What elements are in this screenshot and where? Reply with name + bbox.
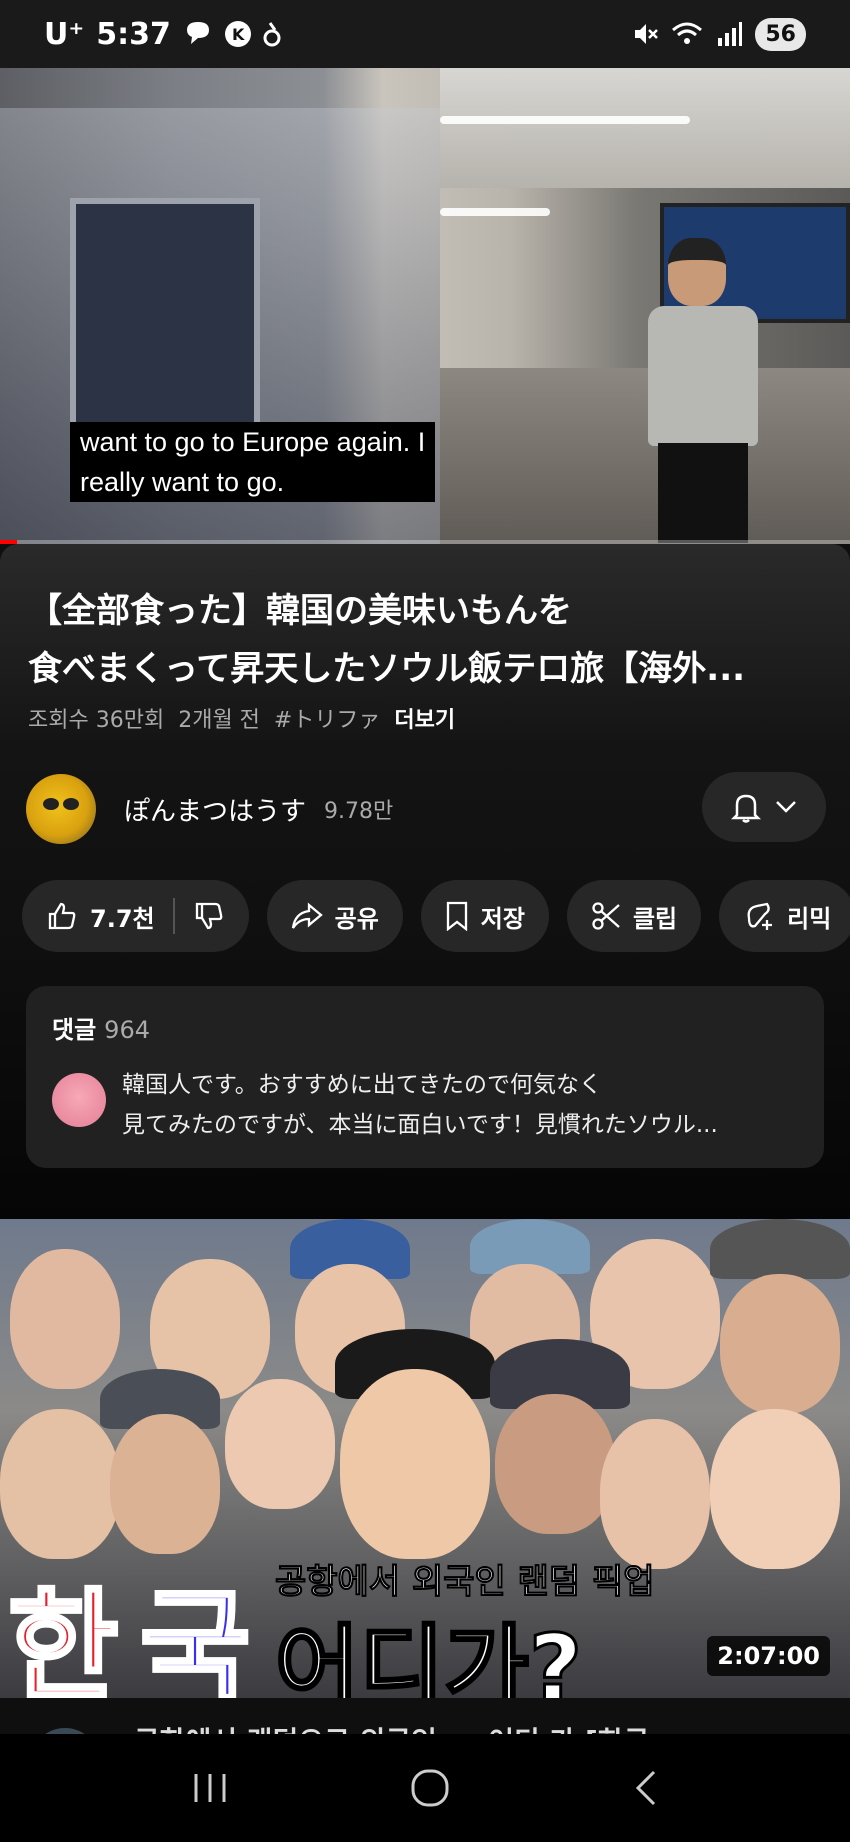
mute-icon — [635, 24, 659, 44]
chat-icon — [186, 22, 209, 44]
upload-age: 2개월 전 — [178, 708, 260, 733]
avatar-eye — [63, 798, 79, 810]
action-bar: 7.7천 공유 저장 클립 리믹 — [22, 880, 850, 952]
remix-icon — [747, 902, 773, 930]
clock: 5:37 — [96, 16, 171, 52]
divider — [172, 898, 175, 934]
video-scene-light — [440, 208, 550, 216]
video-scene-person — [648, 238, 758, 544]
thumbnail-face — [495, 1394, 615, 1534]
share-label: 공유 — [334, 904, 379, 933]
thumbnail-face — [0, 1409, 120, 1559]
subscriber-count: 9.78만 — [324, 799, 394, 824]
top-comment[interactable]: 韓国人です。おすすめに出てきたので何気なく 見てみたのですが、本当に面白いです！… — [52, 1065, 798, 1145]
share-button[interactable]: 공유 — [266, 880, 403, 952]
next-video-title[interactable]: 공항에서 랜덤으로 외국인 ... 어디 가 [한국... — [134, 1720, 681, 1734]
video-info-panel: 【全部食った】韓国の美味いもんを 食べまくって昇天したソウル飯テロ旅【海外...… — [0, 544, 850, 1219]
video-caption: want to go to Europe again. I really wan… — [70, 422, 436, 502]
thumbnail-title-main: 어디가? — [273, 1614, 583, 1699]
thumbnail-face — [340, 1369, 490, 1559]
caption-line: really want to go. — [80, 467, 285, 497]
bell-icon — [731, 794, 761, 823]
share-icon — [291, 902, 323, 929]
notification-bell-button[interactable] — [702, 772, 826, 842]
next-video-row[interactable]: 공항에서 랜덤으로 외국인 ... 어디 가 [한국... — [0, 1698, 850, 1734]
chevron-down-icon — [776, 801, 796, 813]
bookmark-icon — [446, 901, 467, 931]
like-count: 7.7천 — [90, 904, 155, 933]
remix-label: 리믹 — [787, 904, 832, 933]
comments-count: 964 — [104, 1016, 150, 1044]
view-count: 조회수 36만회 — [28, 708, 165, 733]
video-title-line: 【全部食った】韓国の美味いもんを — [28, 591, 572, 631]
comments-label: 댓글 — [52, 1016, 97, 1044]
video-player[interactable]: want to go to Europe again. I really wan… — [0, 68, 850, 544]
thumbnail-face — [710, 1409, 840, 1569]
thumbnail-title-guk: 국 — [138, 1576, 252, 1698]
comments-section[interactable]: 댓글 964 韓国人です。おすすめに出てきたので何気なく 見てみたのですが、本当に… — [26, 986, 824, 1168]
system-nav-bar — [0, 1734, 850, 1842]
remix-button[interactable]: 리믹 — [719, 880, 850, 952]
k-app-icon: K — [224, 21, 251, 47]
thumbnail-hat — [710, 1219, 850, 1279]
clip-label: 클립 — [632, 904, 678, 933]
scissors-icon — [592, 902, 620, 930]
thumbs-down-icon[interactable] — [193, 900, 225, 932]
comments-header: 댓글 964 — [52, 1010, 798, 1045]
channel-row[interactable]: ぽんまつはうす 9.78만 — [26, 772, 826, 846]
thumbnail-title-han: 한 — [6, 1576, 120, 1698]
save-button[interactable]: 저장 — [420, 880, 549, 952]
video-meta[interactable]: 조회수 36만회 2개월 전 #トリファ 더보기 — [28, 702, 455, 734]
thumbs-up-icon[interactable] — [46, 900, 78, 932]
notification-icon — [263, 22, 281, 47]
video-scene — [440, 68, 850, 188]
home-icon[interactable] — [410, 1768, 450, 1808]
signal-icon — [718, 22, 743, 46]
status-bar: U⁺ 5:37 K 56 — [0, 0, 850, 68]
video-scene-floor — [440, 368, 850, 544]
more-link[interactable]: 더보기 — [394, 702, 455, 734]
carrier-label: U⁺ — [44, 16, 85, 52]
svg-text:K: K — [232, 25, 245, 44]
comment-line: 韓国人です。おすすめに出てきたので何気なく — [122, 1072, 603, 1098]
caption-line: want to go to Europe again. I — [80, 427, 426, 457]
channel-avatar[interactable] — [26, 774, 96, 844]
video-title[interactable]: 【全部食った】韓国の美味いもんを 食べまくって昇天したソウル飯テロ旅【海外... — [28, 582, 828, 698]
thumbnail-face — [110, 1414, 220, 1554]
thumbnail-face — [225, 1379, 335, 1509]
hashtag[interactable]: #トリファ — [274, 702, 380, 734]
like-dislike-button[interactable]: 7.7천 — [22, 880, 249, 952]
video-scene-light — [440, 116, 690, 124]
thumbnail-face — [720, 1274, 840, 1414]
thumbnail-face — [10, 1249, 120, 1389]
avatar-eye — [43, 798, 59, 810]
clip-button[interactable]: 클립 — [566, 880, 702, 952]
comment-text: 韓国人です。おすすめに出てきたので何気なく 見てみたのですが、本当に面白いです！… — [122, 1065, 718, 1145]
commenter-avatar — [52, 1073, 106, 1127]
thumbnail-face — [600, 1419, 710, 1569]
save-label: 저장 — [480, 904, 525, 933]
video-title-line: 食べまくって昇天したソウル飯テロ旅【海外... — [28, 649, 746, 689]
battery-indicator: 56 — [755, 17, 806, 51]
comment-line: 見てみたのですが、本当に面白いです！見慣れたソウル... — [122, 1112, 718, 1138]
next-video-thumbnail[interactable]: 공항에서 외국인 랜덤 픽업 한 국 어디가? 2:07:00 — [0, 1219, 850, 1698]
channel-name[interactable]: ぽんまつはうす — [124, 791, 306, 828]
duration-badge: 2:07:00 — [707, 1636, 830, 1676]
back-icon[interactable] — [630, 1768, 660, 1808]
wifi-icon — [672, 22, 703, 44]
recent-apps-icon[interactable] — [190, 1770, 230, 1806]
